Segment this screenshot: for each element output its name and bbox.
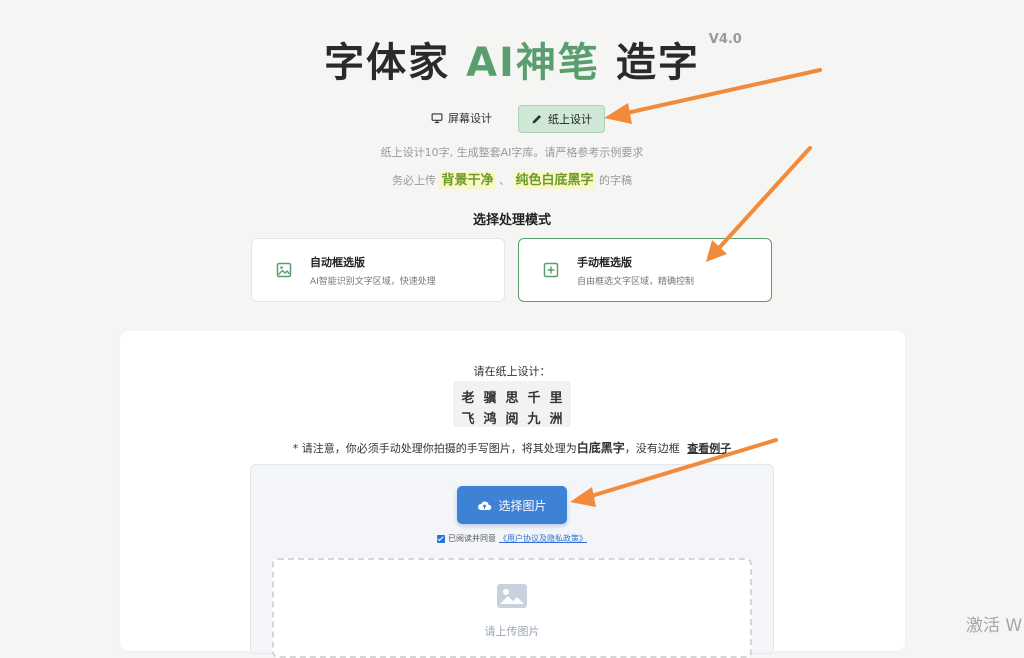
upload-notice: * 请注意，你必须手动处理你拍摄的手写图片，将其处理为白底黑字，没有边框 查看例… bbox=[292, 441, 732, 455]
policy-link[interactable]: 《用户协议及隐私政策》 bbox=[499, 533, 587, 544]
title-prefix: 字体家 bbox=[324, 40, 451, 86]
section-title-processing-mode: 选择处理模式 bbox=[472, 213, 551, 228]
design-prompt-label: 请在纸上设计： bbox=[473, 365, 551, 378]
option-desc: 自由框选文字区域，精确控制 bbox=[577, 276, 695, 287]
pencil-icon bbox=[532, 114, 542, 124]
hint-line-1: 纸上设计10字, 生成整套AI字库。请严格参考示例要求 bbox=[380, 146, 644, 159]
sample-row: 老 骥 思 千 里 bbox=[461, 391, 563, 406]
tab-label: 屏幕设计 bbox=[448, 112, 492, 125]
option-text: 手动框选版 自由框选文字区域，精确控制 bbox=[577, 254, 694, 287]
agree-text: 已阅读并同意 bbox=[448, 534, 496, 543]
plus-square-icon bbox=[543, 262, 559, 278]
highlight-black-on-white: 纯色白底黑字 bbox=[513, 172, 596, 189]
view-example-link[interactable]: 查看例子 bbox=[687, 442, 731, 455]
option-text: 自动框选版 AI智能识别文字区域，快速处理 bbox=[310, 254, 436, 287]
sample-row: 飞 鸿 阅 九 洲 bbox=[461, 412, 563, 427]
monitor-icon bbox=[431, 113, 443, 124]
image-icon bbox=[276, 262, 292, 278]
title-ai: AI神笔 bbox=[466, 40, 600, 86]
mode-tabs: 屏幕设计 纸上设计 bbox=[0, 105, 1024, 133]
tab-paper-design[interactable]: 纸上设计 bbox=[518, 105, 605, 133]
upload-button-label: 选择图片 bbox=[498, 498, 547, 513]
option-title: 自动框选版 bbox=[310, 255, 365, 269]
option-manual-select[interactable]: 手动框选版 自由框选文字区域，精确控制 bbox=[518, 238, 772, 302]
highlight-clean-background: 背景干净 bbox=[439, 172, 496, 189]
dropzone-text: 请上传图片 bbox=[484, 625, 540, 638]
option-desc: AI智能识别文字区域，快速处理 bbox=[310, 276, 436, 287]
agreement-checkbox[interactable] bbox=[437, 534, 445, 543]
tab-label: 纸上设计 bbox=[548, 113, 592, 126]
agreement-row: 已阅读并同意 《用户协议及隐私政策》 bbox=[0, 533, 1024, 544]
option-title: 手动框选版 bbox=[577, 255, 632, 269]
header: 字体家 AI神笔 造字 V4.0 bbox=[0, 30, 1024, 88]
version-badge: V4.0 bbox=[708, 32, 742, 47]
image-placeholder-icon bbox=[497, 584, 527, 608]
hint-line-2: 务必上传 背景干净 、 纯色白底黑字 的字稿 bbox=[391, 172, 633, 189]
option-auto-select[interactable]: 自动框选版 AI智能识别文字区域，快速处理 bbox=[251, 238, 505, 302]
title-suffix: 造字 bbox=[615, 40, 700, 86]
activation-watermark: 激活 W bbox=[966, 616, 1023, 636]
choose-image-button[interactable]: 选择图片 bbox=[457, 486, 567, 524]
cloud-upload-icon bbox=[478, 500, 492, 510]
sample-characters: 老 骥 思 千 里 飞 鸿 阅 九 洲 bbox=[453, 381, 571, 427]
page-title: 字体家 AI神笔 造字 V4.0 bbox=[324, 30, 742, 88]
tab-screen-design[interactable]: 屏幕设计 bbox=[419, 105, 504, 131]
